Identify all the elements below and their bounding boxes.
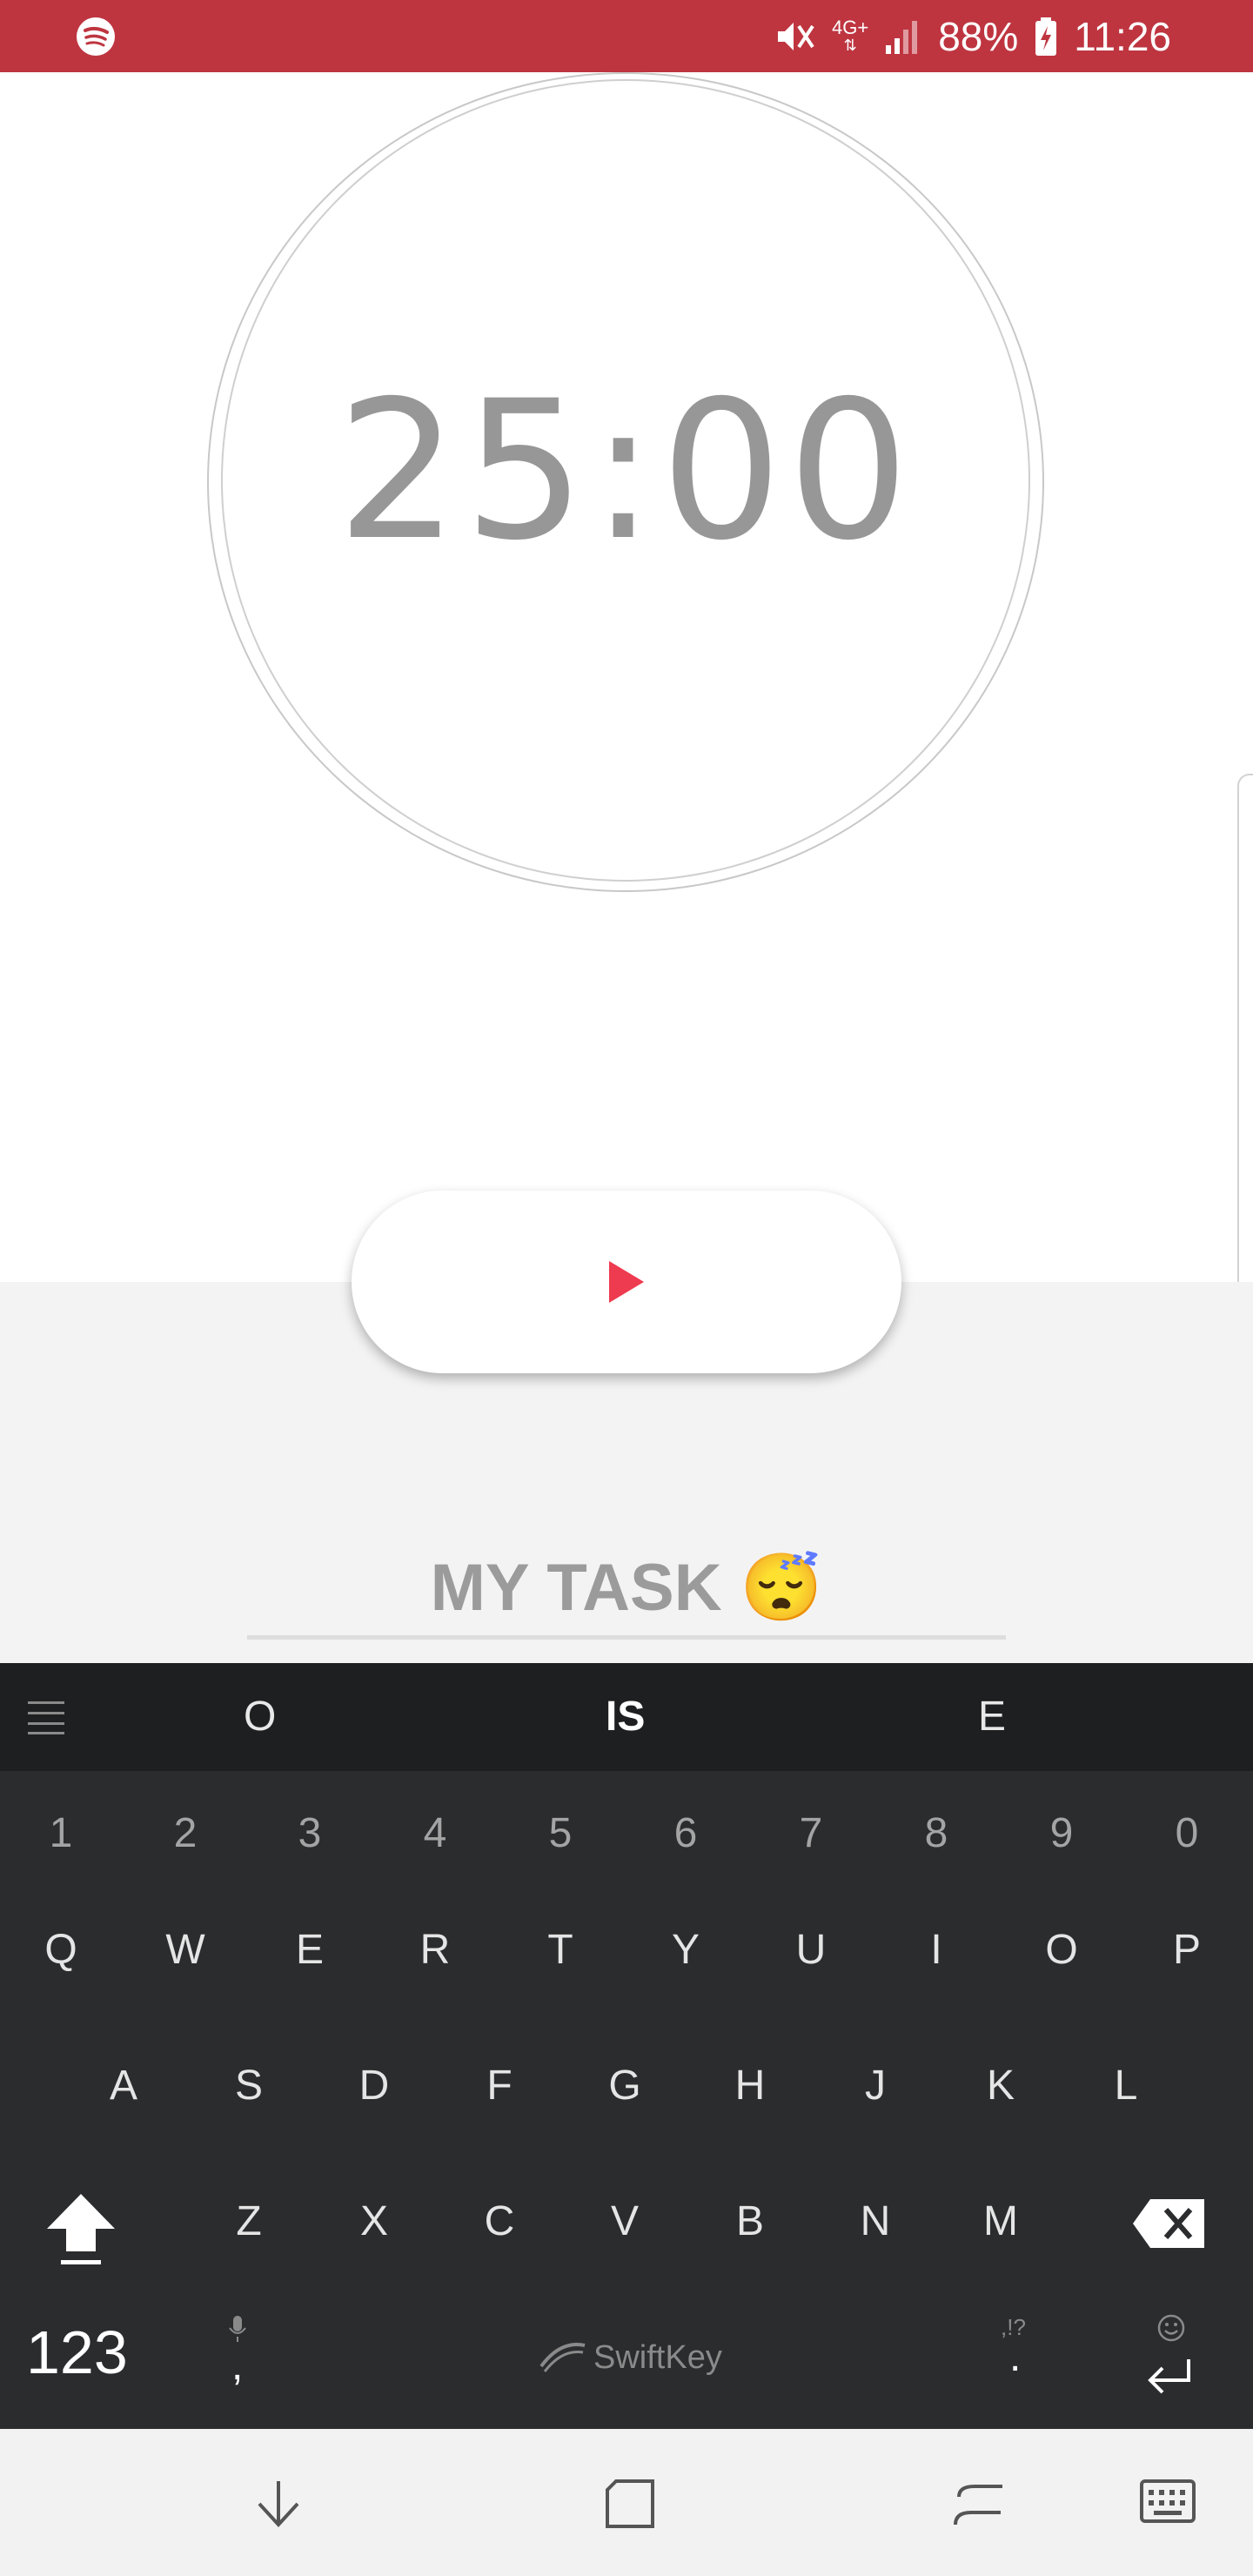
- network-type: 4G+ ⇅: [832, 16, 869, 54]
- key-u[interactable]: U: [767, 1926, 854, 1974]
- key-a[interactable]: A: [80, 2062, 167, 2110]
- play-icon: [609, 1261, 644, 1303]
- timer-area: 25:00: [0, 72, 1253, 1301]
- task-input[interactable]: MY TASK 😴: [247, 1532, 1006, 1645]
- key-z[interactable]: Z: [205, 2197, 292, 2245]
- shift-icon[interactable]: [44, 2190, 118, 2269]
- suggestion-right[interactable]: E: [978, 1663, 1006, 1771]
- key-n[interactable]: N: [832, 2197, 919, 2245]
- key-g[interactable]: G: [581, 2062, 668, 2110]
- key-0[interactable]: 0: [1143, 1809, 1230, 1857]
- status-bar: 4G+ ⇅ 88% 11:26: [0, 0, 1253, 72]
- swiftkey-logo-icon: [539, 2343, 586, 2372]
- key-t[interactable]: T: [517, 1926, 604, 1974]
- key-l[interactable]: L: [1082, 2062, 1169, 2110]
- key-j[interactable]: J: [832, 2062, 919, 2110]
- side-drawer-handle[interactable]: [1237, 774, 1253, 1301]
- play-button[interactable]: [352, 1191, 901, 1373]
- battery-percent: 88%: [938, 13, 1019, 59]
- key-c[interactable]: C: [456, 2197, 543, 2245]
- suggestion-left[interactable]: O: [244, 1663, 276, 1771]
- keyboard-switch-icon[interactable]: [1140, 2478, 1196, 2526]
- mic-icon: [229, 2316, 246, 2342]
- key-d[interactable]: D: [331, 2062, 418, 2110]
- home-icon[interactable]: [604, 2478, 656, 2530]
- clock: 11:26: [1074, 13, 1171, 59]
- key-o[interactable]: O: [1018, 1926, 1105, 1974]
- key-y[interactable]: Y: [642, 1926, 729, 1974]
- key-x[interactable]: X: [331, 2197, 418, 2245]
- key-q[interactable]: Q: [17, 1926, 104, 1974]
- key-6[interactable]: 6: [642, 1809, 729, 1857]
- timer-display: 25:00: [336, 359, 915, 582]
- key-w[interactable]: W: [142, 1926, 229, 1974]
- key-8[interactable]: 8: [893, 1809, 980, 1857]
- key-f[interactable]: F: [456, 2062, 543, 2110]
- hide-keyboard-icon[interactable]: [251, 2478, 306, 2530]
- task-input-text: MY TASK 😴: [430, 1551, 823, 1625]
- key-b[interactable]: B: [707, 2197, 794, 2245]
- spotify-icon: [77, 17, 115, 56]
- key-1[interactable]: 1: [17, 1809, 104, 1857]
- recents-icon[interactable]: [952, 2478, 1008, 2530]
- key-5[interactable]: 5: [517, 1809, 604, 1857]
- key-9[interactable]: 9: [1018, 1809, 1105, 1857]
- key-7[interactable]: 7: [767, 1809, 854, 1857]
- nav-bar: [0, 2429, 1253, 2576]
- battery-charging-icon: [1035, 17, 1057, 56]
- key-2[interactable]: 2: [142, 1809, 229, 1857]
- suggestion-bar: O IS E: [0, 1663, 1253, 1771]
- key-v[interactable]: V: [581, 2197, 668, 2245]
- key-3[interactable]: 3: [266, 1809, 353, 1857]
- suggestion-center[interactable]: IS: [606, 1663, 645, 1771]
- key-h[interactable]: H: [707, 2062, 794, 2110]
- key-k[interactable]: K: [957, 2062, 1044, 2110]
- numbers-key[interactable]: 123: [26, 2318, 128, 2387]
- key-e[interactable]: E: [266, 1926, 353, 1974]
- key-s[interactable]: S: [205, 2062, 292, 2110]
- key-p[interactable]: P: [1143, 1926, 1230, 1974]
- backspace-icon[interactable]: [1131, 2197, 1208, 2250]
- key-i[interactable]: I: [893, 1926, 980, 1974]
- mute-icon: [778, 22, 814, 50]
- period-key[interactable]: .: [1009, 2333, 1021, 2381]
- enter-icon[interactable]: [1145, 2356, 1194, 2398]
- spacebar[interactable]: SwiftKey: [538, 2338, 722, 2377]
- key-m[interactable]: M: [957, 2197, 1044, 2245]
- signal-icon: [886, 20, 918, 54]
- key-r[interactable]: R: [392, 1926, 479, 1974]
- key-4[interactable]: 4: [392, 1809, 479, 1857]
- menu-icon[interactable]: [28, 1700, 64, 1734]
- emoji-icon[interactable]: [1156, 2312, 1187, 2344]
- keyboard: O IS E 1 2 3 4 5 6 7 8 9 0 Q W E R T Y U…: [0, 1663, 1253, 2429]
- comma-key[interactable]: ,: [231, 2342, 243, 2390]
- swiftkey-label: SwiftKey: [593, 2338, 722, 2376]
- task-input-underline: [247, 1635, 1006, 1640]
